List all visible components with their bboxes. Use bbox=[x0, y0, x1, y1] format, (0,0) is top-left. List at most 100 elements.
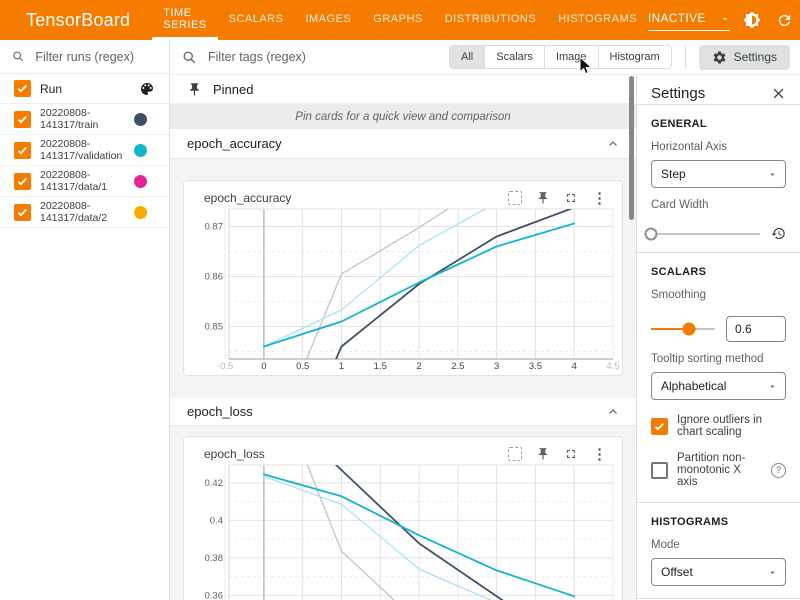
run-row-train[interactable]: 20220808-141317/train bbox=[0, 104, 169, 135]
search-icon bbox=[12, 49, 24, 64]
help-icon[interactable]: ? bbox=[771, 463, 786, 478]
card-title: epoch_loss bbox=[204, 447, 265, 461]
divider bbox=[637, 598, 800, 599]
card-width-slider-row bbox=[651, 226, 786, 241]
card-title: epoch_accuracy bbox=[204, 191, 291, 205]
card-width-slider[interactable] bbox=[651, 233, 760, 235]
chevron-up-icon[interactable] bbox=[607, 406, 619, 418]
brightness-icon[interactable] bbox=[743, 11, 762, 30]
tab-time-series[interactable]: TIME SERIES bbox=[152, 0, 217, 40]
epoch-loss-chart[interactable]: 0.360.380.40.4200.511.522.533.54-0.54.5 bbox=[185, 463, 621, 600]
histograms-section-heading: HISTOGRAMS bbox=[651, 516, 786, 528]
run-row-validation[interactable]: 20220808-141317/validation bbox=[0, 135, 169, 166]
pin-icon[interactable] bbox=[536, 447, 550, 461]
epoch-loss-card-zone: epoch_loss ⋮ 0.360.380.40.4200.511.522.5… bbox=[170, 426, 636, 600]
pinned-title: Pinned bbox=[213, 82, 253, 97]
svg-text:1.5: 1.5 bbox=[374, 361, 387, 372]
runs-sidebar: Run 20220808-141317/train 20220808-14131… bbox=[0, 40, 170, 600]
tab-graphs[interactable]: GRAPHS bbox=[362, 0, 433, 40]
svg-text:3: 3 bbox=[494, 361, 499, 372]
card-toolbar: ⋮ bbox=[508, 189, 607, 207]
filter-image-button[interactable]: Image bbox=[545, 46, 599, 68]
runs-header-row: Run bbox=[0, 74, 169, 104]
smoothing-value-input[interactable] bbox=[726, 316, 786, 342]
svg-text:2.5: 2.5 bbox=[451, 361, 464, 372]
tab-histograms[interactable]: HISTOGRAMS bbox=[547, 0, 648, 40]
settings-button[interactable]: Settings bbox=[699, 45, 790, 70]
tab-images[interactable]: IMAGES bbox=[294, 0, 362, 40]
settings-gear-icon bbox=[712, 50, 727, 65]
fullscreen-icon[interactable] bbox=[564, 191, 578, 205]
tab-distributions[interactable]: DISTRIBUTIONS bbox=[434, 0, 547, 40]
toolbar-divider bbox=[685, 45, 686, 69]
run-label: 20220808-141317/data/1 bbox=[40, 169, 134, 194]
divider bbox=[637, 502, 800, 503]
search-icon bbox=[182, 50, 197, 65]
section-header-epoch-accuracy[interactable]: epoch_accuracy bbox=[170, 129, 636, 159]
horizontal-axis-select[interactable]: Step bbox=[651, 160, 786, 188]
run-label: 20220808-141317/train bbox=[40, 107, 134, 132]
status-select-value: INACTIVE bbox=[648, 13, 706, 25]
epoch-accuracy-chart[interactable]: 0.850.860.8700.511.522.533.54-0.54.5 bbox=[185, 207, 621, 373]
filter-all-button[interactable]: All bbox=[450, 46, 485, 68]
runs-filter-input[interactable] bbox=[33, 49, 157, 65]
runs-filter-row bbox=[0, 40, 169, 74]
tab-scalars[interactable]: SCALARS bbox=[218, 0, 295, 40]
run-row-data-1[interactable]: 20220808-141317/data/1 bbox=[0, 166, 169, 197]
more-options-icon[interactable]: ⋮ bbox=[592, 189, 607, 207]
header-actions: INACTIVE ? bbox=[648, 10, 800, 31]
caret-down-icon bbox=[767, 381, 778, 392]
histogram-mode-select[interactable]: Offset bbox=[651, 558, 786, 586]
main-nav: TIME SERIES SCALARS IMAGES GRAPHS DISTRI… bbox=[152, 0, 648, 40]
vertical-scrollbar[interactable] bbox=[629, 76, 634, 220]
filter-scalars-button[interactable]: Scalars bbox=[485, 46, 545, 68]
epoch-accuracy-card-zone: epoch_accuracy ⋮ 0.850.860.8700.511.522.… bbox=[170, 159, 636, 376]
fit-to-data-icon[interactable] bbox=[508, 447, 522, 461]
run-row-data-2[interactable]: 20220808-141317/data/2 bbox=[0, 197, 169, 228]
svg-text:0.4: 0.4 bbox=[210, 515, 223, 526]
run-checkbox[interactable] bbox=[14, 204, 31, 221]
svg-text:-0.5: -0.5 bbox=[217, 361, 233, 372]
section-header-epoch-loss[interactable]: epoch_loss bbox=[170, 398, 636, 426]
chevron-up-icon[interactable] bbox=[607, 138, 619, 150]
select-all-runs-checkbox[interactable] bbox=[14, 80, 31, 97]
status-select[interactable]: INACTIVE bbox=[648, 10, 730, 31]
lower-region: Pinned Pin cards for a quick view and co… bbox=[170, 75, 800, 600]
ignore-outliers-checkbox[interactable] bbox=[651, 418, 668, 435]
tags-filter-input[interactable] bbox=[206, 49, 430, 65]
run-color-dot bbox=[134, 144, 147, 157]
card-toolbar: ⋮ bbox=[508, 445, 607, 463]
settings-button-label: Settings bbox=[734, 50, 777, 64]
run-checkbox[interactable] bbox=[14, 142, 31, 159]
pinned-header-row: Pinned bbox=[170, 75, 636, 104]
tooltip-sorting-label: Tooltip sorting method bbox=[651, 353, 786, 365]
palette-icon[interactable] bbox=[139, 81, 155, 97]
main-region: All Scalars Image Histogram Settings Pin… bbox=[170, 40, 800, 600]
fullscreen-icon[interactable] bbox=[564, 447, 578, 461]
smoothing-slider[interactable] bbox=[651, 328, 715, 330]
tags-toolbar: All Scalars Image Histogram Settings bbox=[170, 40, 800, 75]
partition-x-axis-checkbox[interactable] bbox=[651, 462, 668, 479]
card-header: epoch_loss ⋮ bbox=[184, 445, 622, 463]
tooltip-sorting-select[interactable]: Alphabetical bbox=[651, 372, 786, 400]
svg-text:0.36: 0.36 bbox=[205, 590, 224, 600]
reset-icon[interactable] bbox=[771, 226, 786, 241]
close-icon[interactable] bbox=[771, 86, 786, 101]
settings-panel-title: Settings bbox=[651, 85, 705, 102]
ignore-outliers-row: Ignore outliers in chart scaling bbox=[651, 414, 786, 438]
partition-x-axis-row: Partition non-monotonic X axis ? bbox=[651, 452, 786, 488]
run-checkbox[interactable] bbox=[14, 173, 31, 190]
svg-text:2: 2 bbox=[416, 361, 421, 372]
filter-histogram-button[interactable]: Histogram bbox=[599, 46, 671, 68]
epoch-loss-card: epoch_loss ⋮ 0.360.380.40.4200.511.522.5… bbox=[183, 436, 623, 600]
fit-to-data-icon[interactable] bbox=[508, 191, 522, 205]
pin-icon bbox=[187, 82, 202, 97]
svg-text:0: 0 bbox=[261, 361, 266, 372]
refresh-icon[interactable] bbox=[775, 11, 794, 30]
svg-text:0.86: 0.86 bbox=[205, 272, 224, 283]
run-checkbox[interactable] bbox=[14, 111, 31, 128]
more-options-icon[interactable]: ⋮ bbox=[592, 445, 607, 463]
run-color-dot bbox=[134, 175, 147, 188]
pin-icon[interactable] bbox=[536, 191, 550, 205]
tag-type-filter-group: All Scalars Image Histogram bbox=[449, 45, 672, 69]
